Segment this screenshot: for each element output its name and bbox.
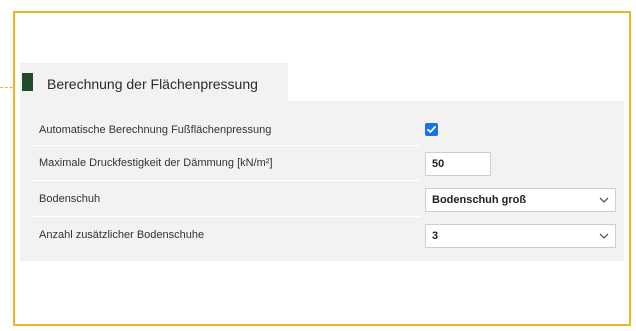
row-divider [32, 180, 420, 181]
extra-shoes-row: Anzahl zusätzlicher Bodenschuhe 3 [32, 224, 616, 248]
auto-calc-row: Automatische Berechnung Fußflächenpressu… [32, 119, 612, 143]
check-icon [427, 126, 436, 133]
row-divider [32, 145, 420, 146]
auto-calc-label: Automatische Berechnung Fußflächenpressu… [39, 124, 272, 136]
section-marker [22, 73, 33, 91]
max-pressure-label: Maximale Druckfestigkeit der Dämmung [kN… [39, 157, 273, 169]
floor-shoe-select[interactable]: Bodenschuh groß [425, 188, 616, 212]
floor-shoe-row: Bodenschuh Bodenschuh groß [32, 188, 616, 212]
extra-shoes-label: Anzahl zusätzlicher Bodenschuhe [39, 229, 205, 241]
floor-shoe-value: Bodenschuh groß [432, 194, 527, 206]
row-divider [32, 216, 420, 217]
auto-calc-checkbox[interactable] [425, 123, 438, 136]
section-title: Berechnung der Flächenpressung [47, 76, 258, 92]
chevron-down-icon [599, 197, 609, 203]
max-pressure-input[interactable] [425, 152, 491, 176]
floor-shoe-label: Bodenschuh [39, 193, 101, 205]
max-pressure-row: Maximale Druckfestigkeit der Dämmung [kN… [32, 152, 612, 176]
extra-shoes-value: 3 [432, 230, 439, 242]
extra-shoes-select[interactable]: 3 [425, 224, 616, 248]
chevron-down-icon [599, 233, 609, 239]
